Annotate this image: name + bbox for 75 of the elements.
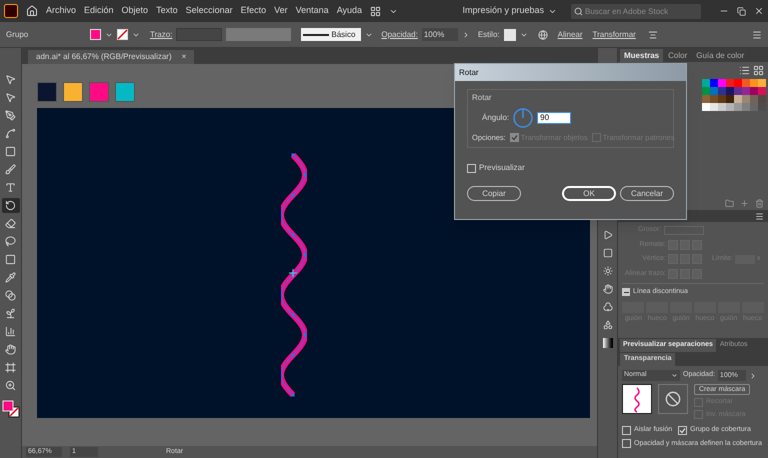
document-title: adn.ai* al 66,67% (RGB/Previsualizar) — [36, 51, 172, 63]
stroke-none-swatch[interactable] — [117, 29, 128, 40]
angle-field[interactable]: 90 — [537, 112, 572, 124]
play-icon[interactable] — [602, 230, 612, 240]
trash-icon[interactable] — [755, 199, 764, 208]
sun-icon[interactable] — [602, 266, 612, 276]
menu-item[interactable]: Efecto — [240, 4, 266, 18]
dialog-button[interactable]: Cancelar — [620, 186, 674, 202]
hand-icon[interactable] — [602, 284, 612, 294]
menu-item[interactable]: Edición — [84, 4, 114, 18]
panel-tab[interactable]: Color — [664, 49, 692, 62]
panel-menu-icon[interactable] — [755, 212, 764, 220]
option-checkbox[interactable] — [622, 426, 631, 435]
brush-label: Básico — [331, 28, 356, 40]
menu-item[interactable]: Texto — [156, 4, 178, 18]
dialog-button[interactable]: OK — [562, 186, 616, 202]
home-icon[interactable] — [26, 5, 38, 17]
close-tab-button[interactable]: × — [182, 51, 186, 63]
color-swatch[interactable] — [63, 82, 83, 102]
object-thumbnail — [622, 384, 652, 414]
folder-icon[interactable] — [725, 199, 734, 208]
option-checkbox[interactable] — [678, 426, 688, 435]
fill-stroke-swatch-icon[interactable] — [2, 400, 20, 418]
control-link[interactable]: Transformar — [592, 28, 636, 40]
restore-icon[interactable] — [737, 6, 746, 16]
control-link[interactable]: Alinear — [558, 28, 583, 40]
no-mask-icon — [658, 384, 688, 414]
club-icon[interactable] — [602, 302, 612, 312]
globe-icon[interactable] — [538, 30, 548, 40]
brush-stroke-preview — [303, 34, 330, 36]
opacity-field[interactable]: 100% — [422, 28, 458, 41]
list-view-icon[interactable] — [739, 65, 750, 76]
align-icon[interactable] — [648, 30, 658, 40]
stroke-label: Trazo: — [150, 28, 172, 40]
panel-tab[interactable]: Muestras — [620, 49, 664, 62]
brush-dropdown[interactable]: Básico — [301, 28, 362, 41]
variable-width-field[interactable] — [226, 28, 292, 41]
menu-item[interactable]: Objeto — [122, 4, 148, 18]
search-icon — [574, 6, 583, 16]
new-swatch-icon[interactable] — [740, 199, 749, 208]
fill-swatch[interactable] — [90, 29, 101, 40]
close-icon[interactable] — [754, 6, 764, 16]
document-tab[interactable]: adn.ai* al 66,67% (RGB/Previsualizar) × — [28, 50, 194, 64]
menu-item[interactable]: Ayuda — [336, 4, 362, 18]
preview-checkbox[interactable] — [467, 164, 476, 173]
shapes-icon[interactable] — [602, 320, 612, 330]
opacity-label: Opacidad: — [381, 28, 418, 40]
color-swatch[interactable] — [37, 82, 57, 102]
workspace-icon[interactable] — [370, 6, 382, 16]
caret-icon — [671, 372, 678, 379]
workspace-switcher[interactable]: Impresión y pruebas — [462, 4, 557, 18]
angle-label: Ángulo: — [482, 112, 510, 124]
style-swatch[interactable] — [504, 28, 516, 40]
dialog-title: Rotar — [459, 66, 479, 78]
menu-item[interactable]: Ver — [274, 4, 288, 18]
menu-item[interactable]: Archivo — [46, 4, 76, 18]
group-label: Rotar — [472, 92, 493, 104]
style-label: Estilo: — [478, 28, 500, 40]
grid-view-icon[interactable] — [753, 65, 764, 76]
menu-item[interactable]: Seleccionar — [186, 4, 233, 18]
preview-label: Previsualizar — [479, 162, 525, 174]
stroke-weight-field[interactable] — [176, 28, 222, 41]
color-swatch[interactable] — [89, 82, 109, 102]
rotate-icon[interactable] — [2, 198, 20, 213]
square-icon[interactable] — [602, 248, 612, 258]
center-point-icon — [289, 269, 297, 277]
menu-icon[interactable] — [752, 30, 762, 40]
panel-tab[interactable]: Guía de color — [692, 49, 748, 62]
color-swatch[interactable] — [115, 82, 135, 102]
menu-item[interactable]: Ventana — [296, 4, 329, 18]
selection-label: Grupo — [6, 28, 30, 40]
app-logo-icon — [4, 4, 18, 18]
search-field[interactable]: Buscar en Adobe Stock — [571, 4, 701, 18]
option-checkbox[interactable] — [622, 439, 631, 448]
dialog-button[interactable]: Copiar — [467, 186, 521, 202]
